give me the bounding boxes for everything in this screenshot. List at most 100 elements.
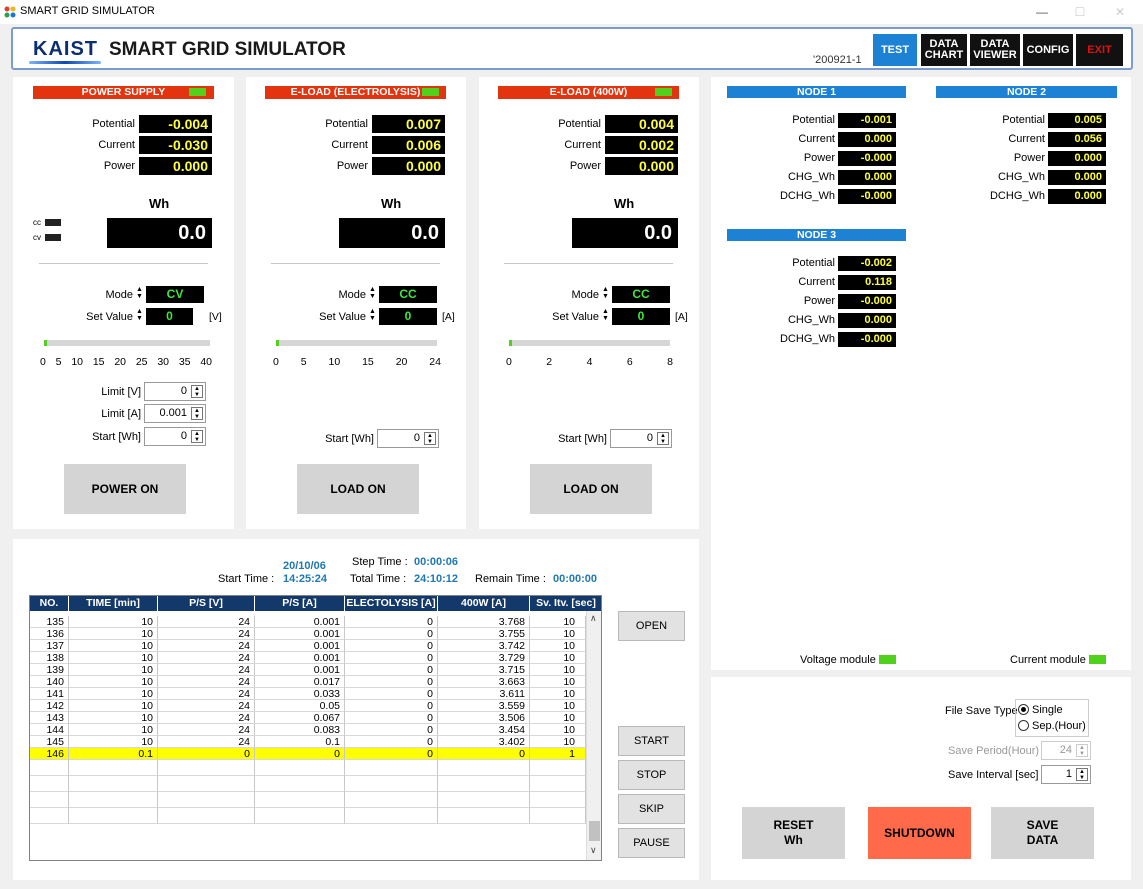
el-slider[interactable] <box>276 340 437 346</box>
el-set-value: 0 <box>379 308 437 325</box>
table-cell: 0 <box>438 748 530 760</box>
current-label: Current <box>564 139 601 151</box>
table-cell: 0 <box>345 724 438 736</box>
mode-updown[interactable]: ▲ ▼ <box>136 286 143 300</box>
stop-button[interactable]: STOP <box>618 760 685 790</box>
maximize-button[interactable]: ☐ <box>1060 2 1100 22</box>
w400-load-on-button[interactable]: LOAD ON <box>530 464 652 514</box>
table-cell: 0.1 <box>255 736 345 748</box>
table-cell: 0 <box>345 700 438 712</box>
table-row[interactable]: 142 10 24 0.05 0 3.559 10 <box>30 700 586 712</box>
column-header[interactable]: 400W [A] <box>438 596 530 611</box>
open-button[interactable]: OPEN <box>618 611 685 641</box>
el-slider-fill <box>276 340 279 346</box>
w400-set-value: 0 <box>612 308 670 325</box>
sep-hour-radio[interactable] <box>1018 720 1029 731</box>
ps-slider[interactable] <box>44 340 210 346</box>
scale-tick-label: 4 <box>586 356 593 368</box>
table-row[interactable]: 135 10 24 0.001 0 3.768 10 <box>30 616 586 628</box>
limit-a-spinbox[interactable]: 0.001 ▲ ▼ <box>144 404 206 423</box>
column-header[interactable]: P/S [A] <box>255 596 345 611</box>
ps-start-wh-spinbox[interactable]: 0 ▲ ▼ <box>144 427 206 446</box>
scale-tick-label: 15 <box>362 356 374 368</box>
wh-label: Wh <box>614 196 635 211</box>
app-icon <box>4 6 16 18</box>
wh-label: Wh <box>149 196 170 211</box>
power-on-button[interactable]: POWER ON <box>64 464 186 514</box>
exit-button[interactable]: EXIT <box>1076 34 1123 66</box>
mode-updown[interactable]: ▲ ▼ <box>602 286 609 300</box>
table-row[interactable]: 136 10 24 0.001 0 3.755 10 <box>30 628 586 640</box>
data-chart-button[interactable]: DATA CHART <box>921 34 967 66</box>
node1-current: 0.000 <box>838 132 896 147</box>
set-value-updown[interactable]: ▲ ▼ <box>369 308 376 322</box>
save-period-spinbox: 24 ▲ ▼ <box>1041 741 1091 760</box>
mode-updown[interactable]: ▲ ▼ <box>369 286 376 300</box>
scroll-down-icon[interactable]: ∨ <box>590 845 597 856</box>
w400-power-readout: 0.000 <box>605 157 678 175</box>
eload-electrolysis-header: E-LOAD (ELECTROLYSIS) <box>265 86 446 99</box>
test-button[interactable]: TEST <box>873 34 917 66</box>
el-start-wh-spinbox[interactable]: 0 ▲ ▼ <box>377 429 439 448</box>
scroll-thumb[interactable] <box>589 821 600 841</box>
set-value-label: Set Value <box>86 311 133 323</box>
table-row[interactable]: 139 10 24 0.001 0 3.715 10 <box>30 664 586 676</box>
table-cell: 24 <box>158 640 255 652</box>
empty-cell <box>30 776 69 792</box>
table-row[interactable]: 144 10 24 0.083 0 3.454 10 <box>30 724 586 736</box>
pause-button[interactable]: PAUSE <box>618 828 685 858</box>
table-cell: 10 <box>530 640 586 652</box>
table-cell: 24 <box>158 628 255 640</box>
empty-cell <box>255 792 345 808</box>
table-row[interactable]: 146 0.1 0 0 0 0 1 <box>30 748 586 760</box>
table-scrollbar[interactable]: ∧ ∨ <box>586 611 601 860</box>
app-header: KAIST SMART GRID SIMULATOR '200921-1 TES… <box>11 27 1133 70</box>
set-value-updown[interactable]: ▲ ▼ <box>602 308 609 322</box>
reset-wh-button[interactable]: RESET Wh <box>742 807 845 859</box>
table-cell: 3.611 <box>438 688 530 700</box>
minimize-button[interactable]: — <box>1022 2 1062 22</box>
skip-button[interactable]: SKIP <box>618 794 685 824</box>
shutdown-button[interactable]: SHUTDOWN <box>868 807 971 859</box>
single-radio[interactable] <box>1018 704 1029 715</box>
current-module-label: Current module <box>1010 654 1086 666</box>
save-interval-spinbox[interactable]: 1 ▲ ▼ <box>1041 765 1091 784</box>
column-header[interactable]: TIME [min] <box>69 596 158 611</box>
save-data-button[interactable]: SAVE DATA <box>991 807 1094 859</box>
set-value-updown[interactable]: ▲ ▼ <box>136 308 143 322</box>
table-cell: 136 <box>30 628 69 640</box>
column-header[interactable]: Sv. Itv. [sec] <box>530 596 601 611</box>
config-button[interactable]: CONFIG <box>1023 34 1073 66</box>
table-cell: 0.05 <box>255 700 345 712</box>
w400-slider[interactable] <box>509 340 670 346</box>
node2-potential: 0.005 <box>1048 113 1106 128</box>
column-header[interactable]: ELECTOLYSIS [A] <box>345 596 438 611</box>
schedule-table[interactable]: NO. TIME [min] P/S [V] P/S [A] ELECTOLYSIS [… <box>29 595 602 861</box>
table-cell: 0.017 <box>255 676 345 688</box>
table-cell: 142 <box>30 700 69 712</box>
close-button[interactable]: ✕ <box>1100 2 1140 22</box>
table-cell: 137 <box>30 640 69 652</box>
limit-v-label: Limit [V] <box>101 386 141 398</box>
w400-start-wh-spinbox[interactable]: 0 ▲ ▼ <box>610 429 672 448</box>
potential-label: Potential <box>92 118 135 130</box>
table-row[interactable]: 141 10 24 0.033 0 3.611 10 <box>30 688 586 700</box>
set-value-label: Set Value <box>552 311 599 323</box>
potential-label: Potential <box>792 257 835 269</box>
scale-tick-label: 5 <box>55 356 62 368</box>
table-row[interactable]: 143 10 24 0.067 0 3.506 10 <box>30 712 586 724</box>
column-header[interactable]: NO. <box>30 596 69 611</box>
start-button[interactable]: START <box>618 726 685 756</box>
scroll-up-icon[interactable]: ∧ <box>590 613 597 624</box>
node2-current: 0.056 <box>1048 132 1106 147</box>
column-header[interactable]: P/S [V] <box>158 596 255 611</box>
table-row[interactable]: 137 10 24 0.001 0 3.742 10 <box>30 640 586 652</box>
table-row[interactable]: 138 10 24 0.001 0 3.729 10 <box>30 652 586 664</box>
data-viewer-button[interactable]: DATA VIEWER <box>970 34 1020 66</box>
step-time-label: Step Time : <box>352 556 408 568</box>
table-cell: 10 <box>530 676 586 688</box>
table-row[interactable]: 145 10 24 0.1 0 3.402 10 <box>30 736 586 748</box>
electrolysis-load-on-button[interactable]: LOAD ON <box>297 464 419 514</box>
table-row[interactable]: 140 10 24 0.017 0 3.663 10 <box>30 676 586 688</box>
limit-v-spinbox[interactable]: 0 ▲ ▼ <box>144 382 206 401</box>
